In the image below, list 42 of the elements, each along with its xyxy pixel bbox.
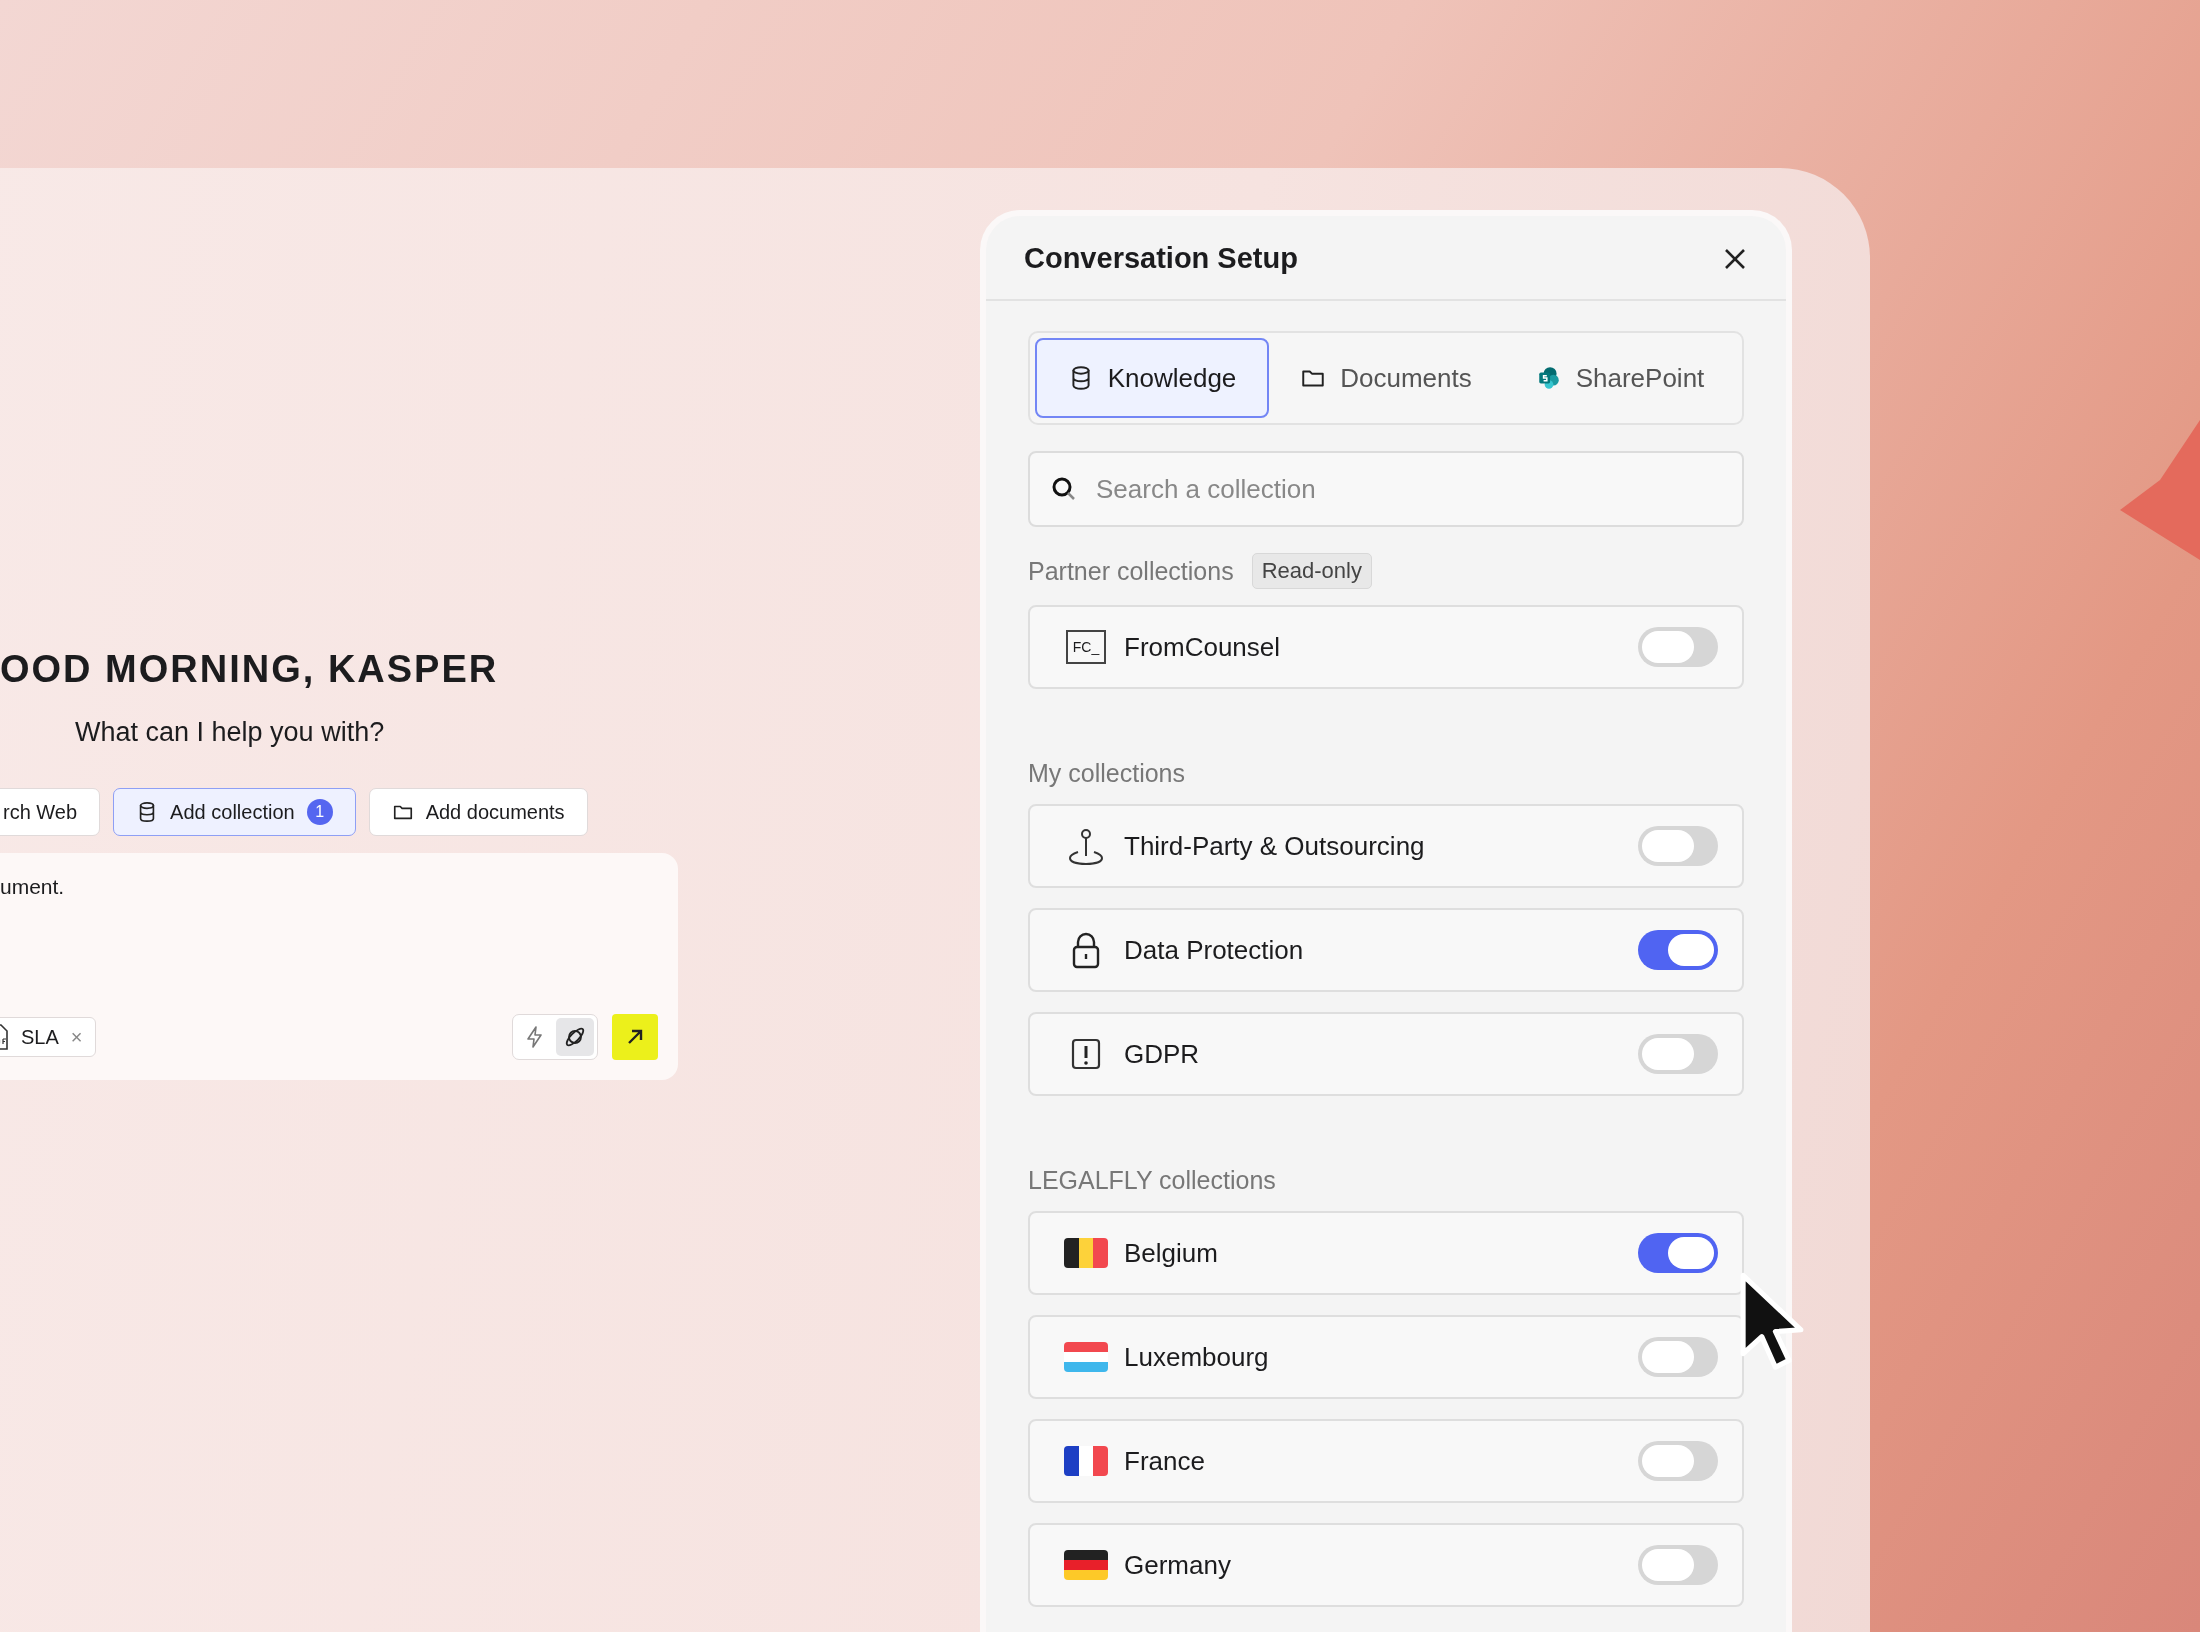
- prompt-text: What can I help you with?: [75, 717, 386, 748]
- toggle-switch[interactable]: [1638, 930, 1718, 970]
- toggle-switch[interactable]: [1638, 1233, 1718, 1273]
- flag-icon: [1064, 1238, 1108, 1268]
- collection-name: Luxembourg: [1124, 1341, 1270, 1373]
- collection-name: Data Protection: [1124, 934, 1305, 966]
- panel-title: Conversation Setup: [1024, 242, 1298, 275]
- collection-name: FromCounsel: [1124, 631, 1282, 663]
- tab[interactable]: Documents: [1269, 338, 1503, 418]
- action-button[interactable]: rch Web: [0, 788, 101, 836]
- collection-name: Third-Party & Outsourcing: [1124, 830, 1426, 862]
- planet-icon: [563, 1025, 587, 1049]
- search-field[interactable]: Search a collection: [1028, 451, 1744, 527]
- flag-icon: [1064, 1550, 1108, 1580]
- toggle-switch[interactable]: [1638, 627, 1718, 667]
- section-title: My collections: [1028, 759, 1185, 788]
- tab[interactable]: Knowledge: [1035, 338, 1269, 418]
- flag-icon: [1064, 1446, 1108, 1476]
- toggle-switch[interactable]: [1638, 1034, 1718, 1074]
- toggle-switch[interactable]: [1638, 1545, 1718, 1585]
- remove-button[interactable]: ×: [70, 1025, 83, 1049]
- collection-name: Belgium: [1124, 1237, 1219, 1269]
- greeting-heading: OOD MORNING, KASPER: [0, 648, 500, 691]
- flag-icon: [1064, 1342, 1108, 1372]
- count-badge: 1: [306, 799, 333, 825]
- send-button[interactable]: [612, 1014, 658, 1060]
- section-title: Partner collections: [1028, 556, 1234, 586]
- section-title: LEGALFLY collections: [1028, 1166, 1276, 1195]
- message-text: ument.: [0, 875, 66, 899]
- action-button[interactable]: Add collection 1: [113, 788, 356, 836]
- action-button[interactable]: Add documents: [368, 788, 588, 836]
- collection-name: Germany: [1124, 1549, 1232, 1581]
- read-only-tag: Read-only: [1251, 553, 1372, 589]
- attachment-name: SLA: [21, 1025, 59, 1049]
- logo-icon: FC_: [1066, 630, 1106, 664]
- tab[interactable]: SharePoint: [1503, 338, 1737, 418]
- toggle-switch[interactable]: [1638, 1441, 1718, 1481]
- mode-button[interactable]: [556, 1018, 594, 1056]
- collection-name: GDPR: [1124, 1038, 1201, 1070]
- toggle-switch[interactable]: [1638, 1337, 1718, 1377]
- toggle-switch[interactable]: [1638, 826, 1718, 866]
- collection-name: France: [1124, 1445, 1206, 1477]
